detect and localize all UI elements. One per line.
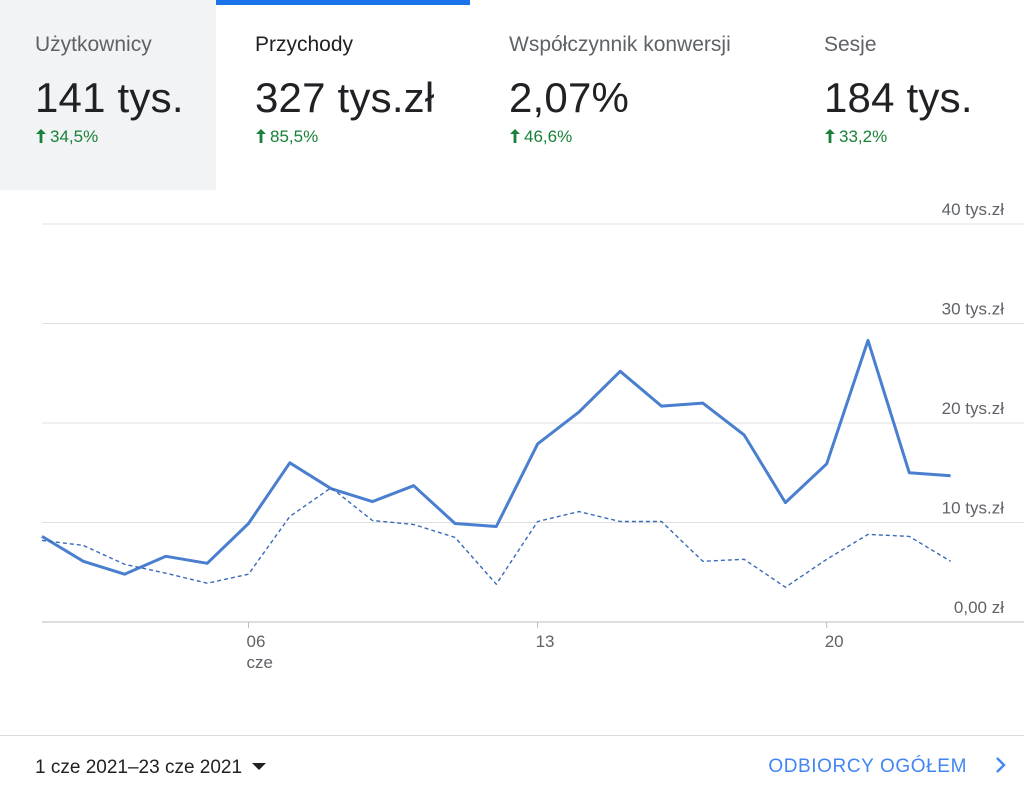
- arrow-up-icon: [510, 129, 520, 143]
- date-range-selector[interactable]: 1 cze 2021–23 cze 2021: [35, 757, 267, 779]
- caret-down-icon: [252, 763, 267, 770]
- change-value: 34,5%: [50, 127, 99, 146]
- tab-value: 2,07%: [509, 74, 630, 121]
- y-tick-label: 40 tys.zł: [942, 200, 1005, 219]
- y-tick-label: 0,00 zł: [954, 598, 1004, 617]
- tab-indicator: [0, 0, 216, 5]
- series-line-previous-period: [41, 487, 951, 588]
- tab-change: 46,6%: [509, 127, 572, 147]
- audience-overview-link[interactable]: ODBIORCY OGÓŁEM: [768, 756, 1009, 778]
- footer-divider: [0, 735, 1024, 736]
- audience-link-label: ODBIORCY OGÓŁEM: [768, 756, 967, 777]
- tab-label: Współczynnik konwersji: [509, 33, 731, 56]
- x-tick-label: 06: [247, 632, 266, 651]
- date-range-label: 1 cze 2021–23 cze 2021: [35, 757, 243, 778]
- y-tick-label: 10 tys.zł: [942, 499, 1005, 518]
- tab-indicator: [470, 0, 786, 5]
- tab-users[interactable]: Użytkownicy 141 tys. 34,5%: [0, 0, 216, 190]
- arrow-up-icon: [825, 129, 835, 143]
- arrow-up-icon: [256, 129, 266, 143]
- tab-value: 184 tys.: [824, 74, 973, 121]
- y-tick-label: 20 tys.zł: [942, 399, 1005, 418]
- revenue-line-chart: 0,00 zł 10 tys.zł 20 tys.zł 30 tys.zł 40 tys…: [41, 200, 1024, 672]
- arrow-up-icon: [36, 129, 46, 143]
- tab-change: 33,2%: [824, 127, 887, 147]
- tab-value: 327 tys.zł: [255, 74, 435, 121]
- series-line-current-period: [41, 338, 951, 576]
- tab-value: 141 tys.: [35, 74, 184, 121]
- tab-indicator: [786, 0, 1024, 5]
- tab-revenue[interactable]: Przychody 327 tys.zł 85,5%: [216, 0, 470, 190]
- tab-label: Użytkownicy: [35, 33, 152, 56]
- change-value: 33,2%: [839, 127, 888, 146]
- x-tick-label: 13: [536, 632, 555, 651]
- tab-change: 34,5%: [35, 127, 98, 147]
- metric-tabs: Użytkownicy 141 tys. 34,5% Przychody 327…: [0, 0, 1024, 190]
- tab-change: 85,5%: [255, 127, 318, 147]
- tab-conversion-rate[interactable]: Współczynnik konwersji 2,07% 46,6%: [470, 0, 786, 190]
- change-value: 46,6%: [524, 127, 573, 146]
- x-tick-label: 20: [825, 632, 844, 651]
- tab-indicator: [216, 0, 470, 5]
- tab-label: Przychody: [255, 33, 354, 56]
- x-tick-sublabel: cze: [247, 653, 273, 672]
- tab-label: Sesje: [824, 33, 877, 56]
- change-value: 85,5%: [270, 127, 319, 146]
- y-tick-label: 30 tys.zł: [942, 300, 1005, 319]
- tab-sessions[interactable]: Sesje 184 tys. 33,2%: [786, 0, 1024, 190]
- chevron-right-icon: [996, 757, 1006, 773]
